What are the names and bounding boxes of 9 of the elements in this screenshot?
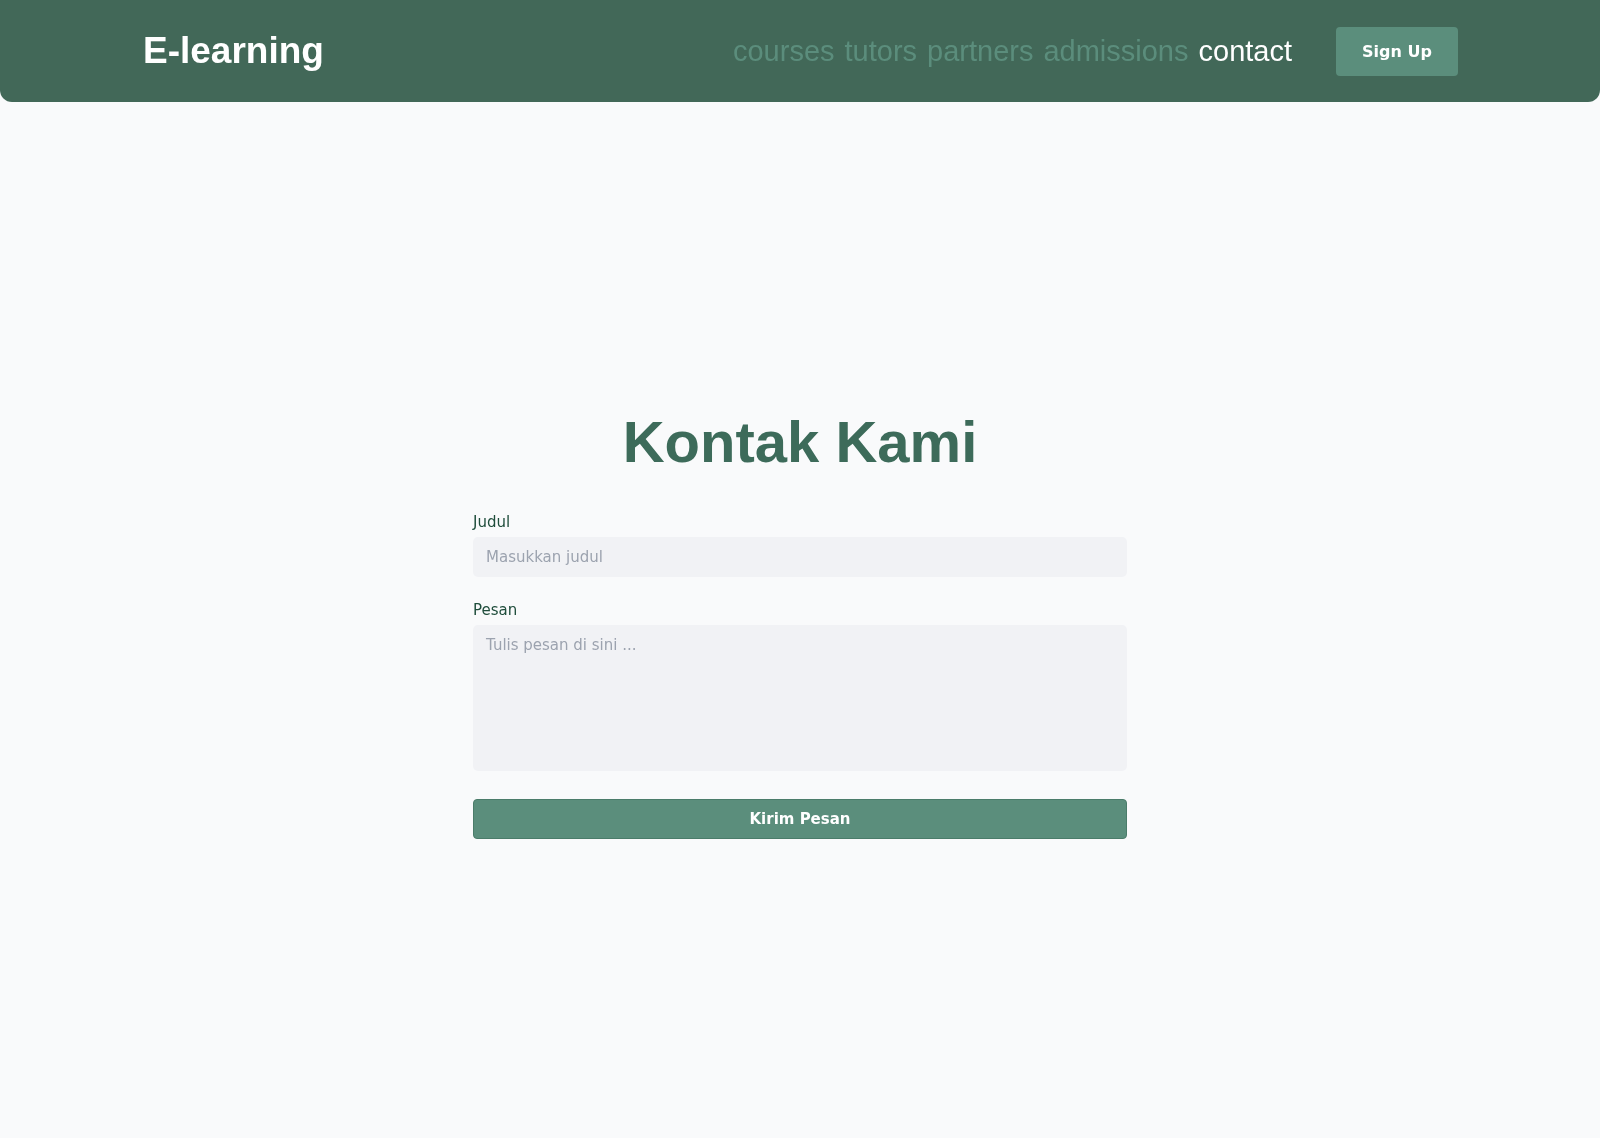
title-field[interactable]: Masukkan judul — [473, 537, 1127, 577]
page-title: Kontak Kami — [622, 408, 978, 475]
nav-link[interactable]: contact — [1198, 34, 1292, 68]
field-label: Pesan — [473, 601, 519, 619]
field-label: Judul — [473, 513, 512, 531]
sign-up-button[interactable]: Sign Up — [1336, 26, 1458, 76]
message-field[interactable]: Tulis pesan di sini ... — [473, 625, 1127, 771]
logo-text[interactable]: E-learning — [143, 30, 324, 72]
submit-button[interactable]: Kirim Pesan — [473, 799, 1127, 839]
